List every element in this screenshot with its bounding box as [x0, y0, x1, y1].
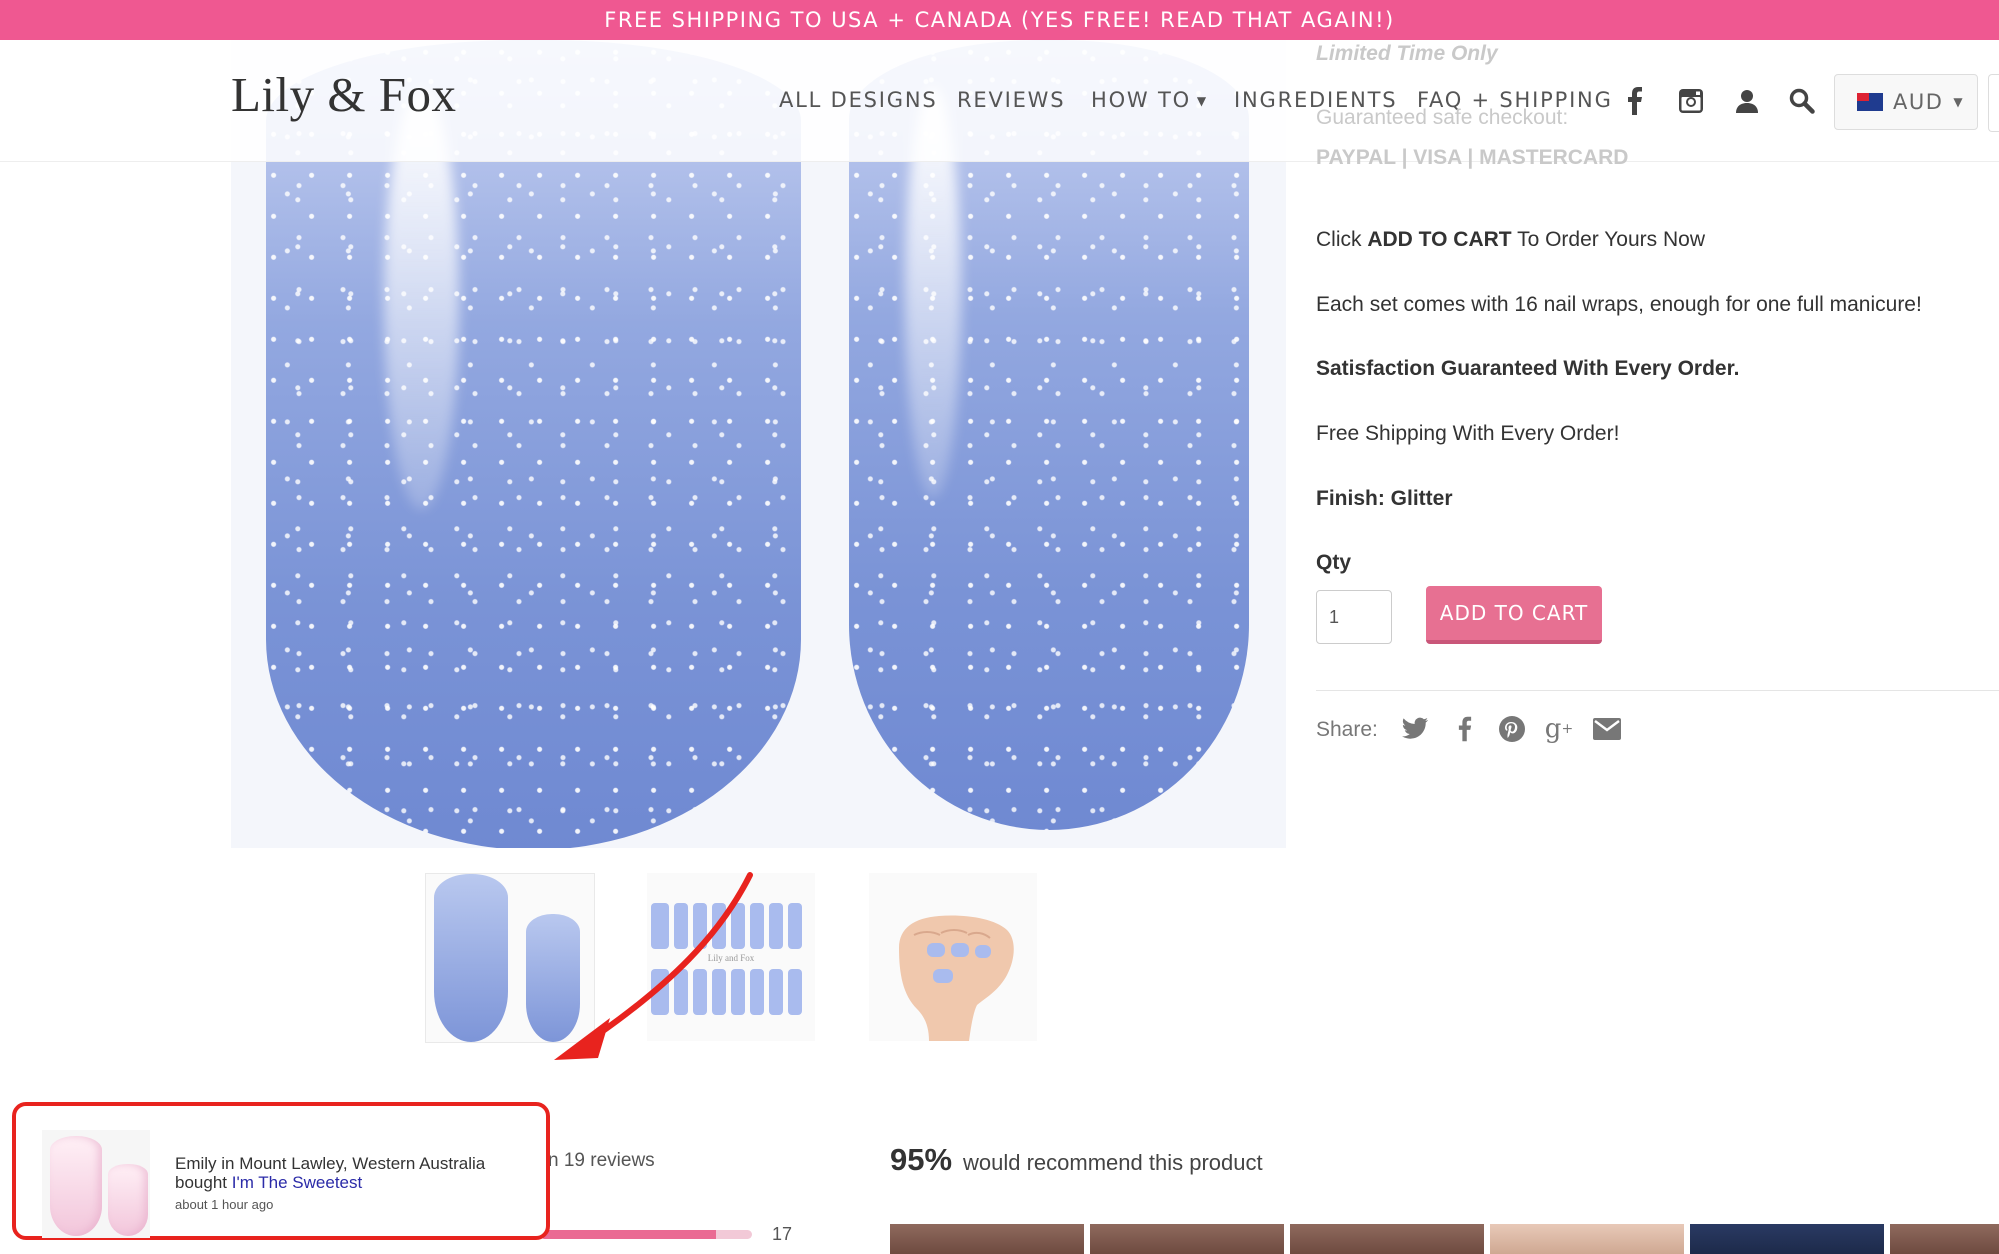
review-photo[interactable]: [1890, 1224, 1999, 1254]
annotation-arrow: [554, 872, 753, 1060]
nav-reviews[interactable]: REVIEWS: [957, 88, 1065, 112]
set-info-text: Each set comes with 16 nail wraps, enoug…: [1316, 293, 1922, 316]
popup-customer-location: Emily in Mount Lawley, Western Australia: [175, 1154, 486, 1173]
recommend-percent: 95%: [890, 1142, 953, 1177]
payment-methods-text: PAYPAL | VISA | MASTERCARD: [1316, 146, 1629, 169]
divider: [1316, 690, 1999, 691]
instruction-prefix: Click: [1316, 228, 1368, 251]
pinterest-icon[interactable]: [1497, 713, 1527, 745]
top-banner: FREE SHIPPING TO USA + CANADA (YES FREE!…: [0, 0, 1999, 40]
recommend-text: would recommend this product: [963, 1150, 1263, 1175]
logo[interactable]: Lily & Fox: [231, 66, 457, 123]
rating-count: 17: [772, 1224, 793, 1244]
review-photo[interactable]: [1690, 1224, 1884, 1254]
cart-button-edge[interactable]: [1988, 74, 1999, 132]
popup-purchase-line: bought I'm The Sweetest: [175, 1173, 535, 1192]
google-plus-icon[interactable]: g +: [1544, 713, 1574, 745]
review-photo[interactable]: [1290, 1224, 1484, 1254]
instruction-suffix: To Order Yours Now: [1511, 228, 1706, 251]
banner-text: FREE SHIPPING TO USA + CANADA (YES FREE!…: [604, 8, 1395, 32]
rating-bar-fill: [540, 1230, 716, 1239]
currency-label: AUD: [1893, 90, 1944, 114]
email-icon[interactable]: [1592, 713, 1622, 745]
search-icon[interactable]: [1785, 84, 1819, 118]
twitter-icon[interactable]: [1400, 713, 1430, 745]
popup-product-image: [42, 1130, 150, 1238]
facebook-icon[interactable]: [1618, 84, 1652, 118]
popup-message: Emily in Mount Lawley, Western Australia…: [175, 1154, 535, 1192]
facebook-share-icon[interactable]: [1450, 713, 1480, 745]
add-to-cart-instruction: Click ADD TO CART To Order Yours Now: [1316, 228, 1705, 252]
account-icon[interactable]: [1730, 84, 1764, 118]
popup-timestamp: about 1 hour ago: [175, 1197, 274, 1212]
currency-selector[interactable]: AUD ▼: [1834, 74, 1978, 130]
nav-all-designs[interactable]: ALL DESIGNS: [779, 88, 938, 112]
nav-how-to-label: HOW TO: [1091, 88, 1191, 112]
reviews-count[interactable]: n 19 reviews: [548, 1150, 655, 1172]
review-photo[interactable]: [1490, 1224, 1684, 1254]
free-shipping-text: Free Shipping With Every Order!: [1316, 422, 1620, 445]
chevron-down-icon: ▼: [1196, 94, 1208, 108]
limited-time-text: Limited Time Only: [1316, 42, 1498, 65]
add-to-cart-button[interactable]: ADD TO CART: [1426, 586, 1602, 644]
rating-bar: [540, 1230, 752, 1239]
instagram-icon[interactable]: [1674, 84, 1708, 118]
thumbnail-hand[interactable]: [869, 873, 1037, 1041]
australia-flag-icon: [1857, 93, 1883, 111]
popup-product-link[interactable]: I'm The Sweetest: [232, 1173, 363, 1192]
chevron-down-icon: ▼: [1953, 95, 1965, 109]
satisfaction-text: Satisfaction Guaranteed With Every Order…: [1316, 357, 1740, 380]
guaranteed-checkout-text: Guaranteed safe checkout:: [1316, 106, 1569, 129]
nav-how-to[interactable]: HOW TO ▼: [1091, 88, 1208, 112]
share-label: Share:: [1316, 718, 1378, 741]
qty-input[interactable]: [1316, 590, 1392, 644]
popup-bought-label: bought: [175, 1173, 232, 1192]
review-photo[interactable]: [890, 1224, 1084, 1254]
qty-label: Qty: [1316, 551, 1352, 574]
review-photo[interactable]: [1090, 1224, 1284, 1254]
finish-text: Finish: Glitter: [1316, 487, 1453, 510]
instruction-bold: ADD TO CART: [1367, 228, 1512, 251]
